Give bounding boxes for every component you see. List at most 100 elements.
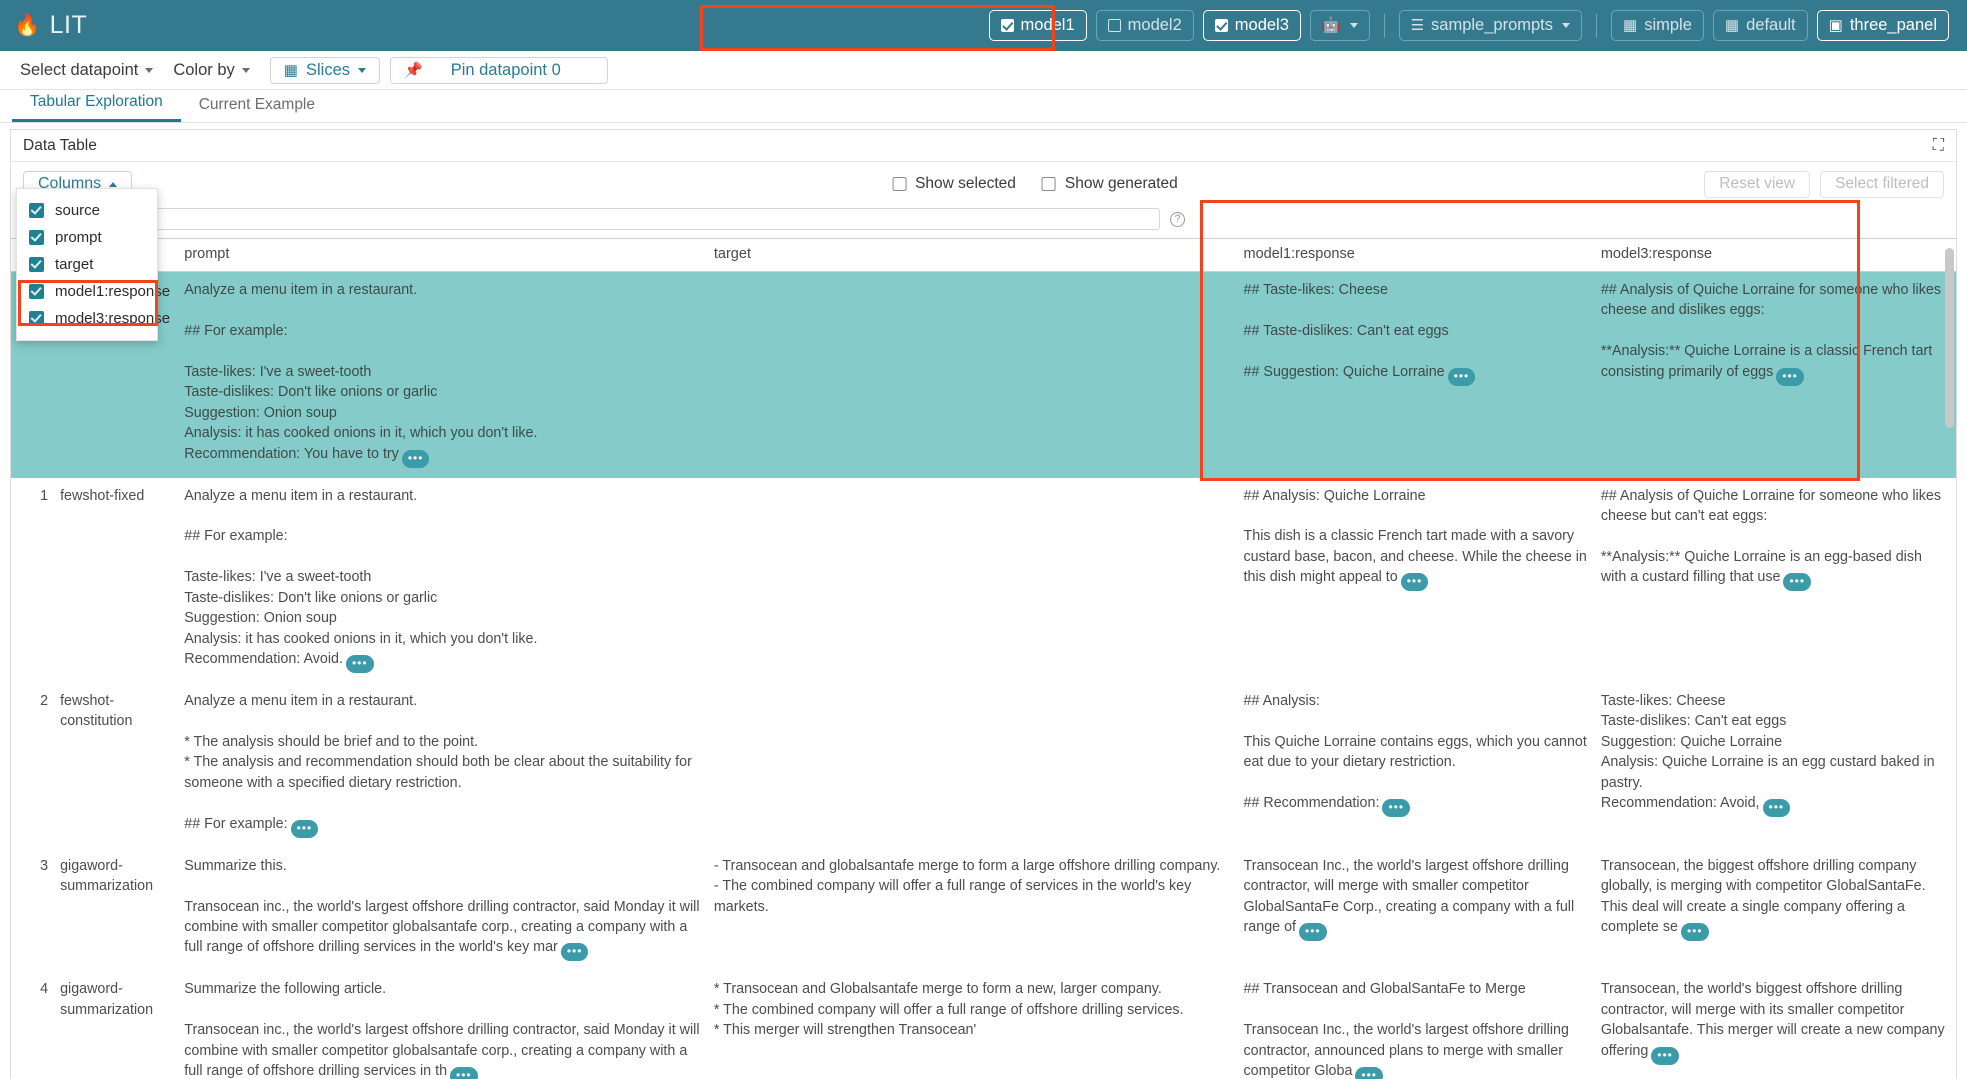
- cell-model1-response[interactable]: ## Analysis: Quiche Lorraine This dish i…: [1238, 478, 1595, 684]
- tab-bar: Tabular Exploration Current Example: [0, 90, 1967, 123]
- cell-source[interactable]: gigaword-summarization: [54, 848, 178, 972]
- expand-text-button[interactable]: •••: [1783, 573, 1811, 591]
- cell-index[interactable]: 3: [11, 848, 54, 972]
- cell-model3-response[interactable]: Transocean, the world's biggest offshore…: [1595, 971, 1956, 1079]
- cell-model1-response[interactable]: ## Taste-likes: Cheese ## Taste-dislikes…: [1238, 272, 1595, 478]
- chevron-down-icon: [242, 68, 250, 73]
- data-table-scroll-area[interactable]: prompt target model1:response model3:res…: [11, 238, 1956, 1079]
- col-header-prompt[interactable]: prompt: [178, 239, 708, 272]
- cell-text: - Transocean and globalsantafe merge to …: [714, 858, 1221, 915]
- tab-tabular-exploration[interactable]: Tabular Exploration: [12, 93, 181, 122]
- cell-target[interactable]: [708, 683, 1238, 848]
- tab-current-example[interactable]: Current Example: [181, 96, 333, 122]
- expand-text-button[interactable]: •••: [402, 450, 430, 468]
- expand-text-button[interactable]: •••: [1651, 1047, 1679, 1065]
- cell-text: Analyze a menu item in a restaurant. ## …: [184, 282, 537, 462]
- cell-prompt[interactable]: Analyze a menu item in a restaurant. * T…: [178, 683, 708, 848]
- model-chip-model2[interactable]: model2: [1096, 10, 1194, 41]
- scrollbar-thumb[interactable]: [1945, 248, 1954, 428]
- cell-model1-response[interactable]: ## Transocean and GlobalSantaFe to Merge…: [1238, 971, 1595, 1079]
- layout-simple-button[interactable]: ▦ simple: [1611, 10, 1704, 41]
- vertical-scrollbar[interactable]: [1945, 248, 1954, 1079]
- reset-view-button[interactable]: Reset view: [1704, 171, 1810, 198]
- cell-text: ## Transocean and GlobalSantaFe to Merge…: [1244, 981, 1573, 1079]
- expand-text-button[interactable]: •••: [346, 655, 374, 673]
- expand-text-button[interactable]: •••: [561, 943, 589, 961]
- expand-text-button[interactable]: •••: [1299, 923, 1327, 941]
- columns-dropdown-item-source[interactable]: source: [17, 197, 157, 224]
- cell-index[interactable]: 4: [11, 971, 54, 1079]
- columns-dropdown-item-target[interactable]: target: [17, 251, 157, 278]
- expand-text-button[interactable]: •••: [1401, 573, 1429, 591]
- columns-dropdown-menu[interactable]: sourceprompttargetmodel1:responsemodel3:…: [16, 188, 158, 341]
- cell-text: Transocean, the world's biggest offshore…: [1601, 981, 1949, 1058]
- cell-text: 1: [40, 488, 48, 504]
- expand-text-button[interactable]: •••: [450, 1067, 478, 1079]
- columns-dropdown-item-prompt[interactable]: prompt: [17, 224, 157, 251]
- cell-prompt[interactable]: Summarize the following article. Transoc…: [178, 971, 708, 1079]
- search-input[interactable]: [25, 208, 1160, 230]
- slices-button[interactable]: ▦ Slices: [270, 57, 380, 84]
- cell-source[interactable]: fewshot-constitution: [54, 683, 178, 848]
- expand-text-button[interactable]: •••: [1448, 368, 1476, 386]
- tab-label: Tabular Exploration: [30, 93, 163, 110]
- cell-text: * Transocean and Globalsantafe merge to …: [714, 981, 1184, 1038]
- expand-text-button[interactable]: •••: [1681, 923, 1709, 941]
- col-header-target[interactable]: target: [708, 239, 1238, 272]
- cell-source[interactable]: gigaword-summarization: [54, 971, 178, 1079]
- layout-three-panel-button[interactable]: ▣ three_panel: [1817, 10, 1949, 41]
- col-header-model3-response[interactable]: model3:response: [1595, 239, 1956, 272]
- divider: [1384, 14, 1385, 38]
- color-by-dropdown[interactable]: Color by: [163, 61, 259, 80]
- cell-target[interactable]: * Transocean and Globalsantafe merge to …: [708, 971, 1238, 1079]
- expand-text-button[interactable]: •••: [1763, 799, 1791, 817]
- select-datapoint-dropdown[interactable]: Select datapoint: [10, 61, 163, 80]
- cell-text: Taste-likes: Cheese Taste-dislikes: Can'…: [1601, 693, 1939, 811]
- cell-model3-response[interactable]: ## Analysis of Quiche Lorraine for someo…: [1595, 272, 1956, 478]
- cell-model3-response[interactable]: ## Analysis of Quiche Lorraine for someo…: [1595, 478, 1956, 684]
- cell-prompt[interactable]: Summarize this. Transocean inc., the wor…: [178, 848, 708, 972]
- help-icon[interactable]: ?: [1170, 212, 1185, 227]
- cell-index[interactable]: 1: [11, 478, 54, 684]
- cell-target[interactable]: [708, 478, 1238, 684]
- checkbox-icon: [29, 203, 44, 218]
- table-row[interactable]: 4 gigaword-summarizationSummarize the fol…: [11, 971, 1956, 1079]
- cell-target[interactable]: [708, 272, 1238, 478]
- expand-text-button[interactable]: •••: [1382, 799, 1410, 817]
- model-chip-model1[interactable]: model1: [989, 10, 1087, 41]
- app-title: LIT: [50, 11, 88, 40]
- flame-icon: 🔥: [14, 14, 41, 38]
- dataset-label: sample_prompts: [1431, 16, 1553, 35]
- cell-source[interactable]: fewshot-fixed: [54, 478, 178, 684]
- cell-index[interactable]: 2: [11, 683, 54, 848]
- cell-target[interactable]: - Transocean and globalsantafe merge to …: [708, 848, 1238, 972]
- cell-model3-response[interactable]: Transocean, the biggest offshore drillin…: [1595, 848, 1956, 972]
- model-chip-model3[interactable]: model3: [1203, 10, 1301, 41]
- table-row[interactable]: 3gigaword-summarizationSummarize this. T…: [11, 848, 1956, 972]
- cell-text: Transocean, the biggest offshore drillin…: [1601, 858, 1929, 935]
- cell-text: fewshot-fixed: [60, 488, 144, 504]
- expand-text-button[interactable]: •••: [291, 820, 319, 838]
- cell-prompt[interactable]: Analyze a menu item in a restaurant. ## …: [178, 478, 708, 684]
- model-settings-button[interactable]: 🤖: [1310, 10, 1370, 41]
- dataset-selector[interactable]: ☰ sample_prompts: [1399, 10, 1582, 41]
- show-selected-checkbox[interactable]: Show selected: [892, 175, 1016, 193]
- expand-text-button[interactable]: •••: [1355, 1067, 1383, 1079]
- col-header-model1-response[interactable]: model1:response: [1238, 239, 1595, 272]
- pin-datapoint-button[interactable]: 📌 Pin datapoint 0: [390, 57, 608, 84]
- show-generated-checkbox[interactable]: Show generated: [1042, 175, 1178, 193]
- cell-text: 4: [40, 981, 48, 997]
- cell-model3-response[interactable]: Taste-likes: Cheese Taste-dislikes: Can'…: [1595, 683, 1956, 848]
- cell-prompt[interactable]: Analyze a menu item in a restaurant. ## …: [178, 272, 708, 478]
- select-filtered-button[interactable]: Select filtered: [1820, 171, 1944, 198]
- cell-model1-response[interactable]: Transocean Inc., the world's largest off…: [1238, 848, 1595, 972]
- layout-default-button[interactable]: ▦ default: [1713, 10, 1808, 41]
- columns-dropdown-item-model1-response[interactable]: model1:response: [17, 278, 157, 305]
- table-row[interactable]: 2fewshot-constitutionAnalyze a menu item…: [11, 683, 1956, 848]
- table-row[interactable]: Analyze a menu item in a restaurant. ## …: [11, 272, 1956, 478]
- table-row[interactable]: 1 fewshot-fixed Analyze a menu item in a r…: [11, 478, 1956, 684]
- fullscreen-icon[interactable]: ⛶: [1933, 137, 1944, 155]
- columns-dropdown-item-model3-response[interactable]: model3:response: [17, 305, 157, 332]
- cell-model1-response[interactable]: ## Analysis: This Quiche Lorraine contai…: [1238, 683, 1595, 848]
- expand-text-button[interactable]: •••: [1776, 368, 1804, 386]
